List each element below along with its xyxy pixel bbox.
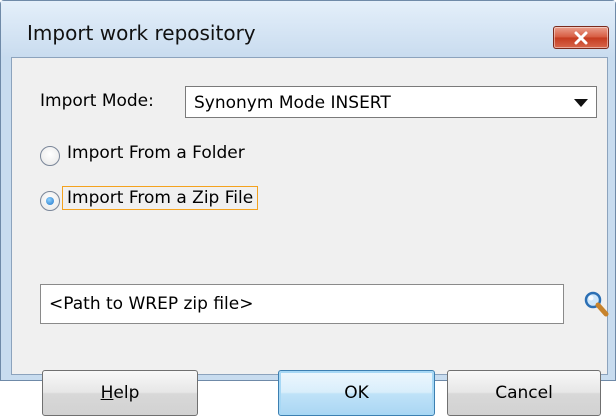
close-icon bbox=[574, 31, 588, 44]
zip-path-input[interactable] bbox=[40, 284, 564, 324]
import-mode-label: Import Mode: bbox=[40, 91, 154, 111]
import-work-repository-dialog: Import work repository Import Mode: Syno… bbox=[0, 0, 616, 416]
cancel-label: Cancel bbox=[495, 383, 553, 403]
import-mode-select[interactable]: Synonym Mode INSERT bbox=[185, 86, 597, 118]
import-mode-value: Synonym Mode INSERT bbox=[194, 93, 391, 113]
ok-label: OK bbox=[344, 383, 369, 403]
radio-label-folder: Import From a Folder bbox=[67, 143, 245, 163]
title-bar[interactable]: Import work repository bbox=[1, 1, 615, 57]
cancel-button[interactable]: Cancel bbox=[447, 370, 601, 416]
radio-label-zip: Import From a Zip File bbox=[61, 186, 259, 210]
help-mnemonic: H bbox=[100, 383, 114, 403]
radio-button[interactable] bbox=[40, 146, 60, 166]
help-label: elp bbox=[113, 383, 140, 403]
close-button[interactable] bbox=[553, 26, 609, 49]
browse-button[interactable] bbox=[582, 290, 610, 318]
dialog-title: Import work repository bbox=[27, 21, 256, 45]
dialog-body: Import Mode: Synonym Mode INSERT Import … bbox=[11, 57, 610, 416]
help-button[interactable]: Help bbox=[42, 370, 198, 416]
search-icon bbox=[584, 291, 609, 317]
chevron-down-icon bbox=[574, 99, 588, 107]
ok-button[interactable]: OK bbox=[278, 370, 435, 416]
radio-button-selected[interactable] bbox=[40, 191, 60, 211]
